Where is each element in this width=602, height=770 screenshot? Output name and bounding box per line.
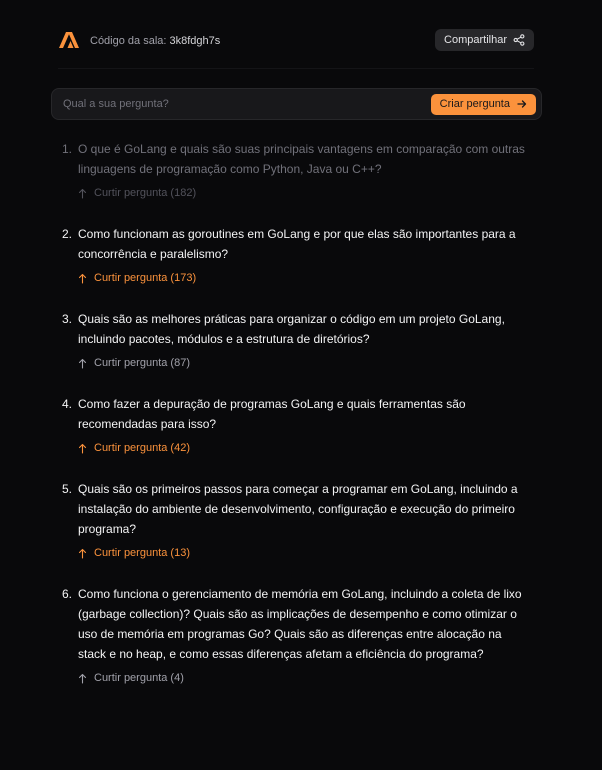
header-divider (58, 68, 534, 69)
question-text: Quais são as melhores práticas para orga… (78, 312, 505, 346)
room-code-label: Código da sala: (90, 35, 167, 47)
share-icon (513, 34, 525, 46)
question-item: 4. Como fazer a depuração de programas G… (62, 394, 532, 455)
question-number: 1. (62, 142, 73, 156)
room-code: 3k8fdgh7s (169, 35, 221, 47)
question-text: Quais são os primeiros passos para começ… (78, 482, 518, 536)
like-question-label: Curtir pergunta (4) (94, 672, 184, 684)
question-list: 1. O que é GoLang e quais são suas princ… (62, 139, 532, 709)
like-question-label: Curtir pergunta (13) (94, 547, 190, 559)
header: Código da sala: 3k8fdgh7s Compartilhar (58, 27, 534, 53)
question-item: 5. Quais são os primeiros passos para co… (62, 479, 532, 560)
like-question-button[interactable]: Curtir pergunta (182) (78, 186, 532, 200)
question-text: Como funciona o gerenciamento de memória… (78, 587, 522, 661)
create-question-label: Criar pergunta (439, 98, 510, 110)
room-info: Código da sala: 3k8fdgh7s (90, 31, 220, 49)
question-form: Criar pergunta (51, 88, 542, 120)
like-question-button[interactable]: Curtir pergunta (4) (78, 671, 532, 685)
like-question-label: Curtir pergunta (42) (94, 442, 190, 454)
create-question-button[interactable]: Criar pergunta (430, 93, 536, 115)
arrow-up-icon (78, 673, 87, 684)
question-number: 5. (62, 482, 73, 496)
question-text: Como fazer a depuração de programas GoLa… (78, 397, 466, 431)
like-question-label: Curtir pergunta (87) (94, 357, 190, 369)
like-question-button[interactable]: Curtir pergunta (87) (78, 356, 532, 370)
share-button[interactable]: Compartilhar (435, 29, 534, 51)
question-item: 2. Como funcionam as goroutines em GoLan… (62, 224, 532, 285)
arrow-up-icon (78, 273, 87, 284)
like-question-button[interactable]: Curtir pergunta (173) (78, 271, 532, 285)
question-number: 2. (62, 227, 73, 241)
like-question-button[interactable]: Curtir pergunta (13) (78, 546, 532, 560)
like-question-label: Curtir pergunta (173) (94, 272, 197, 284)
like-question-button[interactable]: Curtir pergunta (42) (78, 441, 532, 455)
arrow-up-icon (78, 443, 87, 454)
arrow-right-icon (517, 100, 527, 108)
question-number: 4. (62, 397, 73, 411)
brand: Código da sala: 3k8fdgh7s (58, 31, 220, 49)
logo-icon (59, 32, 79, 48)
arrow-up-icon (78, 358, 87, 369)
question-text: Como funcionam as goroutines em GoLang e… (78, 227, 516, 261)
share-button-label: Compartilhar (444, 34, 507, 46)
arrow-up-icon (78, 548, 87, 559)
like-question-label: Curtir pergunta (182) (94, 187, 197, 199)
question-text: O que é GoLang e quais são suas principa… (78, 142, 525, 176)
question-number: 6. (62, 587, 73, 601)
page: Código da sala:3k8fdgh7s Compartilhar Cr… (0, 0, 602, 770)
question-item: 6. Como funciona o gerenciamento de memó… (62, 584, 532, 685)
question-item: 1. O que é GoLang e quais são suas princ… (62, 139, 532, 200)
arrow-up-icon (78, 188, 87, 199)
question-item: 3. Quais são as melhores práticas para o… (62, 309, 532, 370)
question-number: 3. (62, 312, 73, 326)
question-input[interactable] (52, 97, 431, 111)
